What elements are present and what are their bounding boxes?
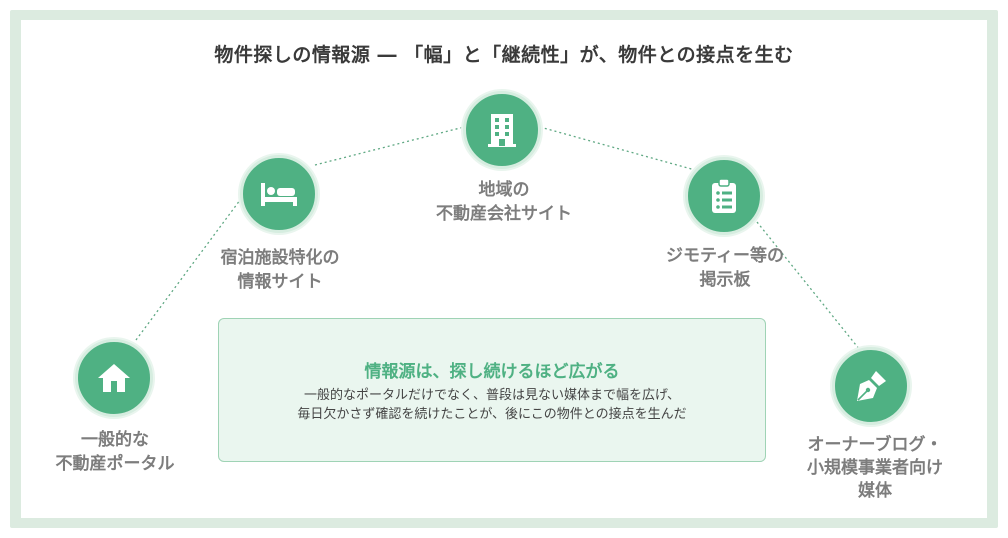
node-lodging [240, 155, 318, 233]
label-local-line2: 不動産会社サイト [436, 204, 572, 224]
label-board-line1: ジモティー等の [666, 246, 784, 266]
message-line2: 毎日欠かさず確認を続けたことが、後にこの物件との接点を生んだ [297, 407, 687, 422]
clipboard-icon [710, 178, 738, 214]
message-box: 情報源は、探し続けるほど広がる 一般的なポータルだけでなく、普段は見ない媒体まで… [218, 318, 766, 462]
label-portal-line2: 不動産ポータル [55, 454, 175, 474]
node-owner [832, 347, 910, 425]
message-heading: 情報源は、探し続けるほど広がる [364, 362, 620, 382]
pen-nib-icon [854, 369, 888, 403]
node-portal [75, 339, 153, 417]
message-body: 一般的なポータルだけでなく、普段は見ない媒体まで幅を広げ、 毎日欠かさず確認を続… [219, 386, 765, 424]
label-board-line2: 掲示板 [699, 270, 751, 290]
label-owner-line2: 小規模事業者向け [807, 458, 943, 478]
link-lodging-local [314, 125, 469, 166]
label-lodging: 宿泊施設特化の 情報サイト [190, 246, 370, 294]
label-portal: 一般的な 不動産ポータル [40, 428, 190, 476]
label-portal-line1: 一般的な [81, 430, 149, 450]
label-owner-line3: 媒体 [858, 481, 892, 501]
node-local [463, 91, 541, 169]
label-lodging-line2: 情報サイト [237, 272, 323, 292]
label-board: ジモティー等の 掲示板 [640, 244, 810, 292]
label-owner: オーナーブログ・ 小規模事業者向け 媒体 [790, 434, 960, 503]
message-line1: 一般的なポータルだけでなく、普段は見ない媒体まで幅を広げ、 [303, 388, 681, 403]
house-icon [96, 361, 132, 395]
label-lodging-line1: 宿泊施設特化の [220, 248, 340, 268]
building-icon [487, 112, 517, 148]
label-local: 地域の 不動産会社サイト [420, 178, 588, 226]
node-board [685, 157, 763, 235]
label-local-line1: 地域の [478, 180, 530, 200]
label-owner-line1: オーナーブログ・ [807, 435, 943, 455]
link-local-board [539, 126, 696, 171]
bed-icon [259, 180, 299, 208]
